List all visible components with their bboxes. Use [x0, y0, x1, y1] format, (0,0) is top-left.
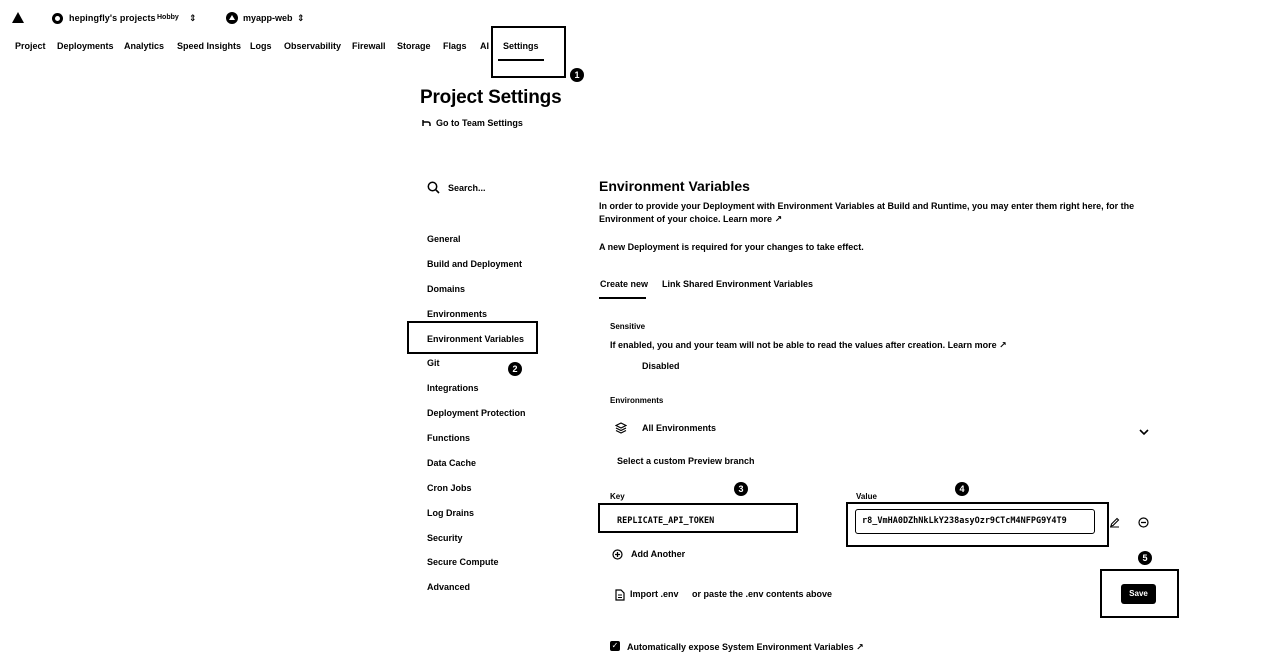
- annotation-marker-4: 4: [955, 482, 969, 496]
- external-link-icon: ↗: [856, 642, 864, 652]
- sidebar-item-security[interactable]: Security: [427, 533, 463, 543]
- nav-tab-deployments[interactable]: Deployments: [57, 41, 114, 51]
- annotation-marker-2: 2: [508, 362, 522, 376]
- chevron-down-icon[interactable]: [1139, 423, 1149, 441]
- annotation-marker-1: 1: [570, 68, 584, 82]
- tab-link-shared[interactable]: Link Shared Environment Variables: [662, 279, 813, 289]
- annotation-box-environment-variables: [407, 321, 538, 354]
- sensitive-learn-more-link[interactable]: Learn more ↗: [948, 340, 1007, 350]
- sidebar-item-git[interactable]: Git: [427, 358, 440, 368]
- back-link-label: Go to Team Settings: [436, 118, 523, 128]
- learn-more-link[interactable]: Learn more ↗: [723, 214, 782, 224]
- team-name[interactable]: hepingfly's projects: [69, 13, 156, 23]
- sensitive-desc-text: If enabled, you and your team will not b…: [610, 340, 946, 350]
- external-link-icon: ↗: [774, 214, 783, 224]
- add-icon: [612, 547, 623, 565]
- annotation-box-settings: [491, 26, 566, 78]
- value-label: Value: [856, 492, 877, 501]
- annotation-marker-3: 3: [734, 482, 748, 496]
- edit-icon[interactable]: [1109, 515, 1120, 533]
- sensitive-description: If enabled, you and your team will not b…: [610, 340, 1007, 351]
- layers-icon: [614, 421, 628, 439]
- sidebar-item-build-and-deployment[interactable]: Build and Deployment: [427, 259, 522, 269]
- search-placeholder: Search...: [448, 182, 486, 193]
- sensitive-toggle-state[interactable]: Disabled: [642, 361, 680, 371]
- import-env-button[interactable]: Import .env: [630, 589, 679, 599]
- sidebar-item-data-cache[interactable]: Data Cache: [427, 458, 476, 468]
- search-icon: [427, 181, 440, 194]
- paste-hint: or paste the .env contents above: [692, 589, 833, 599]
- go-to-team-settings-link[interactable]: Go to Team Settings: [422, 118, 523, 128]
- auto-expose-label: Automatically expose System Environment …: [627, 642, 864, 653]
- tab-create-new[interactable]: Create new: [600, 279, 648, 289]
- project-name[interactable]: myapp-web: [243, 13, 293, 23]
- team-switcher-chevron-icon[interactable]: ⇕: [189, 13, 197, 23]
- value-input-text: r8_VmHA0DZhNkLkY238asyOzr9CTcM4NFPG9Y4T9: [862, 516, 1067, 526]
- sidebar-item-domains[interactable]: Domains: [427, 284, 465, 294]
- team-avatar[interactable]: [52, 13, 63, 24]
- project-avatar[interactable]: [226, 12, 238, 24]
- team-plan-badge: Hobby: [157, 14, 179, 21]
- vercel-logo-icon[interactable]: [12, 12, 24, 23]
- sidebar-item-secure-compute[interactable]: Secure Compute: [427, 557, 499, 567]
- save-button[interactable]: Save: [1121, 584, 1156, 604]
- active-subtab-indicator: [599, 297, 646, 299]
- back-arrow-icon: [422, 120, 431, 126]
- key-label: Key: [610, 492, 625, 501]
- sidebar-item-general[interactable]: General: [427, 234, 461, 244]
- nav-tab-flags[interactable]: Flags: [443, 41, 467, 51]
- nav-tab-logs[interactable]: Logs: [250, 41, 272, 51]
- annotation-marker-5: 5: [1138, 551, 1152, 565]
- sensitive-learn-more-label: Learn more: [947, 340, 997, 350]
- nav-tab-observability[interactable]: Observability: [284, 41, 341, 51]
- section-title: Environment Variables: [599, 178, 750, 194]
- environments-label: Environments: [610, 396, 664, 405]
- nav-tab-speed-insights[interactable]: Speed Insights: [177, 41, 241, 51]
- auto-expose-text: Automatically expose System Environment …: [627, 642, 854, 652]
- key-input-text: REPLICATE_API_TOKEN: [617, 516, 715, 526]
- nav-tab-storage[interactable]: Storage: [397, 41, 431, 51]
- file-icon: [615, 588, 625, 606]
- sidebar-item-cron-jobs[interactable]: Cron Jobs: [427, 483, 472, 493]
- add-another-button[interactable]: Add Another: [631, 549, 685, 559]
- auto-expose-checkbox[interactable]: ✓: [610, 641, 620, 651]
- sidebar-item-advanced[interactable]: Advanced: [427, 582, 470, 592]
- nav-tab-ai[interactable]: AI: [480, 41, 489, 51]
- sidebar-item-functions[interactable]: Functions: [427, 433, 470, 443]
- sidebar-item-integrations[interactable]: Integrations: [427, 383, 479, 393]
- page-title: Project Settings: [420, 87, 562, 108]
- preview-branch-link[interactable]: Select a custom Preview branch: [617, 456, 755, 466]
- nav-tab-firewall[interactable]: Firewall: [352, 41, 386, 51]
- sidebar-item-log-drains[interactable]: Log Drains: [427, 508, 474, 518]
- deployment-notice: A new Deployment is required for your ch…: [599, 242, 864, 252]
- sidebar-item-environments[interactable]: Environments: [427, 309, 487, 319]
- remove-icon[interactable]: [1138, 515, 1149, 533]
- section-description: In order to provide your Deployment with…: [599, 200, 1169, 226]
- project-switcher-chevron-icon[interactable]: ⇕: [297, 13, 305, 23]
- sensitive-label: Sensitive: [610, 322, 646, 331]
- learn-more-label: Learn more: [723, 214, 773, 224]
- external-link-icon: ↗: [999, 340, 1007, 350]
- environments-select[interactable]: All Environments: [642, 423, 716, 433]
- settings-search[interactable]: Search...: [427, 181, 486, 194]
- sidebar-item-deployment-protection[interactable]: Deployment Protection: [427, 408, 526, 418]
- nav-tab-analytics[interactable]: Analytics: [124, 41, 164, 51]
- nav-tab-project[interactable]: Project: [15, 41, 46, 51]
- description-text: In order to provide your Deployment with…: [599, 201, 1135, 224]
